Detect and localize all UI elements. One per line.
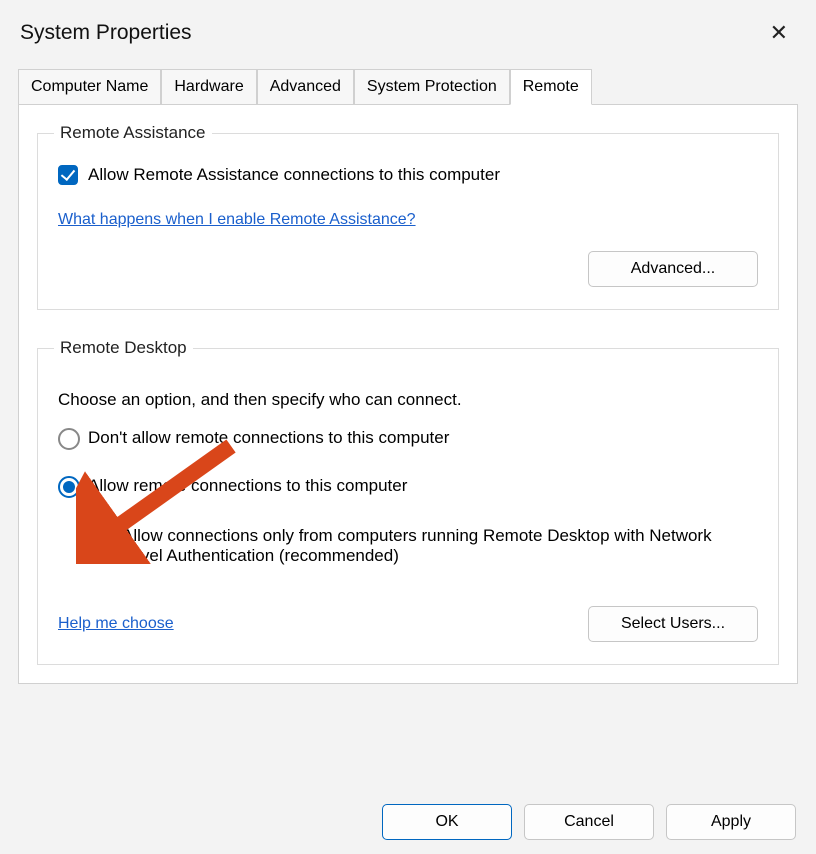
- allow-remote-assistance-checkbox[interactable]: [58, 165, 78, 185]
- tab-advanced[interactable]: Advanced: [257, 69, 354, 105]
- help-me-choose-link[interactable]: Help me choose: [58, 615, 174, 633]
- system-properties-window: System Properties ✕ Computer Name Hardwa…: [0, 0, 816, 854]
- allow-remote-assistance-row: Allow Remote Assistance connections to t…: [58, 165, 758, 185]
- remote-desktop-group: Remote Desktop Choose an option, and the…: [37, 338, 779, 665]
- radio-dont-allow-row: Don't allow remote connections to this c…: [58, 428, 758, 450]
- dialog-button-row: OK Cancel Apply: [382, 804, 796, 840]
- radio-allow-row: Allow remote connections to this compute…: [58, 476, 758, 498]
- tab-computer-name[interactable]: Computer Name: [18, 69, 161, 105]
- radio-allow-label: Allow remote connections to this compute…: [88, 476, 407, 496]
- nla-checkbox[interactable]: [92, 526, 112, 546]
- select-users-button[interactable]: Select Users...: [588, 606, 758, 642]
- tab-system-protection[interactable]: System Protection: [354, 69, 510, 105]
- tab-hardware[interactable]: Hardware: [161, 69, 256, 105]
- window-title: System Properties: [20, 21, 192, 45]
- remote-desktop-legend: Remote Desktop: [54, 338, 193, 358]
- remote-tab-panel: Remote Assistance Allow Remote Assistanc…: [18, 104, 798, 684]
- remote-assistance-legend: Remote Assistance: [54, 123, 212, 143]
- remote-assistance-group: Remote Assistance Allow Remote Assistanc…: [37, 123, 779, 310]
- tab-remote[interactable]: Remote: [510, 69, 592, 105]
- close-button[interactable]: ✕: [762, 18, 796, 48]
- radio-dont-allow-label: Don't allow remote connections to this c…: [88, 428, 449, 448]
- remote-assistance-advanced-button[interactable]: Advanced...: [588, 251, 758, 287]
- cancel-button[interactable]: Cancel: [524, 804, 654, 840]
- tab-row: Computer Name Hardware Advanced System P…: [0, 68, 816, 104]
- radio-allow[interactable]: [58, 476, 80, 498]
- ok-button[interactable]: OK: [382, 804, 512, 840]
- remote-desktop-instruction: Choose an option, and then specify who c…: [58, 390, 758, 410]
- apply-button[interactable]: Apply: [666, 804, 796, 840]
- nla-label: Allow connections only from computers ru…: [122, 526, 712, 566]
- remote-assistance-help-link[interactable]: What happens when I enable Remote Assist…: [58, 211, 416, 228]
- radio-dont-allow[interactable]: [58, 428, 80, 450]
- titlebar: System Properties ✕: [0, 0, 816, 68]
- nla-row: Allow connections only from computers ru…: [92, 526, 758, 566]
- allow-remote-assistance-label: Allow Remote Assistance connections to t…: [88, 165, 500, 185]
